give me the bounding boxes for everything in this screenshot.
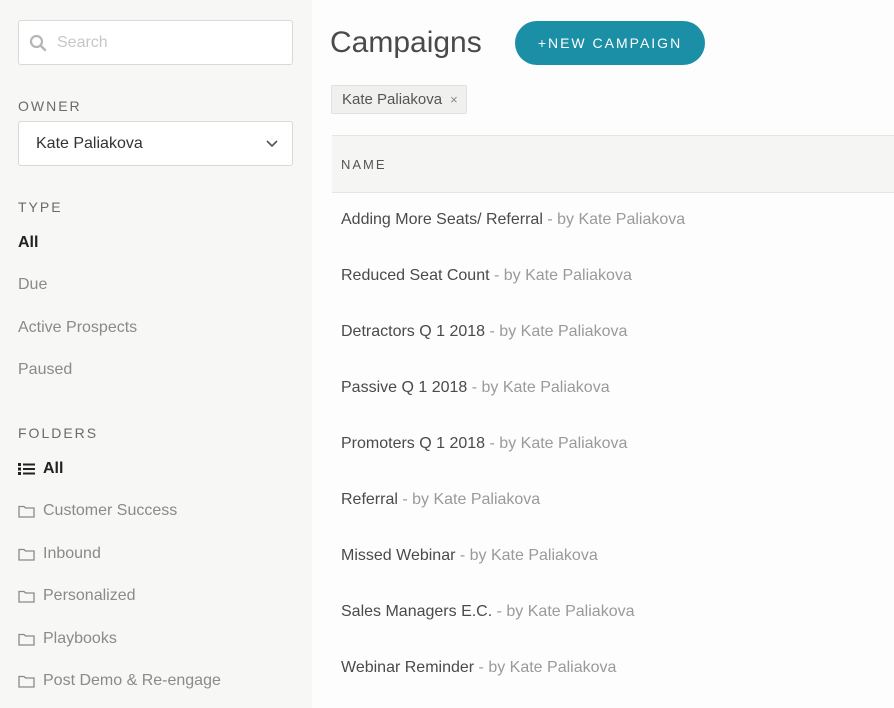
campaign-row[interactable]: Promoters Q 1 2018 - by Kate Paliakova — [341, 435, 627, 453]
type-label: TYPE — [18, 199, 63, 215]
campaign-owner: - by Kate Paliakova — [542, 211, 686, 228]
chevron-down-icon — [266, 139, 278, 147]
column-header-name[interactable]: NAME — [332, 135, 894, 193]
campaign-owner: - by Kate Paliakova — [485, 323, 628, 340]
campaign-row[interactable]: Reduced Seat Count - by Kate Paliakova — [341, 267, 632, 285]
search-input[interactable] — [57, 33, 277, 52]
campaign-owner: - by Kate Paliakova — [474, 659, 617, 676]
campaign-row[interactable]: Referral - by Kate Paliakova — [341, 491, 540, 509]
close-icon[interactable]: × — [450, 92, 458, 107]
campaign-name[interactable]: Passive Q 1 2018 — [341, 379, 467, 396]
campaign-row[interactable]: Sales Managers E.C. - by Kate Paliakova — [341, 603, 634, 621]
folder-item-all[interactable]: All — [18, 460, 63, 478]
campaign-owner: - by Kate Paliakova — [485, 435, 628, 452]
search-icon — [29, 34, 47, 51]
sidebar: OWNER Kate Paliakova TYPE All Due Active… — [0, 0, 312, 708]
folder-item-personalized[interactable]: Personalized — [18, 587, 136, 605]
campaign-owner: - by Kate Paliakova — [489, 267, 632, 284]
folder-icon — [18, 505, 35, 518]
type-filter-all[interactable]: All — [18, 234, 38, 252]
campaign-owner: - by Kate Paliakova — [455, 547, 598, 564]
folder-item-customer-success[interactable]: Customer Success — [18, 502, 177, 520]
campaign-name[interactable]: Referral — [341, 491, 398, 508]
list-icon — [18, 463, 35, 475]
owner-select[interactable]: Kate Paliakova — [18, 121, 293, 166]
folder-icon — [18, 633, 35, 646]
folder-icon — [18, 548, 35, 561]
folder-icon — [18, 675, 35, 688]
campaign-name[interactable]: Missed Webinar — [341, 547, 455, 564]
folder-label: Customer Success — [43, 502, 178, 519]
campaign-row[interactable]: Passive Q 1 2018 - by Kate Paliakova — [341, 379, 610, 397]
owner-label: OWNER — [18, 98, 82, 114]
folder-label: Post Demo & Re-engage — [43, 672, 221, 689]
folders-label: FOLDERS — [18, 425, 99, 441]
campaign-row[interactable]: Adding More Seats/ Referral - by Kate Pa… — [341, 211, 685, 229]
campaign-name[interactable]: Reduced Seat Count — [341, 267, 490, 284]
folder-label: Playbooks — [43, 630, 117, 647]
search-box[interactable] — [18, 20, 293, 65]
owner-selected-value: Kate Paliakova — [36, 134, 143, 152]
campaign-name[interactable]: Detractors Q 1 2018 — [341, 323, 485, 340]
folder-item-playbooks[interactable]: Playbooks — [18, 630, 117, 648]
new-campaign-button[interactable]: +NEW CAMPAIGN — [515, 21, 705, 65]
filter-chip-label: Kate Paliakova — [342, 91, 443, 108]
type-filter-paused[interactable]: Paused — [18, 361, 72, 379]
folder-label: All — [43, 460, 64, 477]
campaign-name[interactable]: Adding More Seats/ Referral — [341, 211, 543, 228]
campaign-row[interactable]: Missed Webinar - by Kate Paliakova — [341, 547, 598, 565]
campaign-row[interactable]: Webinar Reminder - by Kate Paliakova — [341, 659, 616, 677]
owner-filter-chip: Kate Paliakova × — [331, 85, 467, 114]
type-filter-active-prospects[interactable]: Active Prospects — [18, 319, 137, 337]
folder-label: Personalized — [43, 587, 136, 604]
app: OWNER Kate Paliakova TYPE All Due Active… — [0, 0, 894, 708]
campaign-owner: - by Kate Paliakova — [492, 603, 635, 620]
campaign-row[interactable]: Detractors Q 1 2018 - by Kate Paliakova — [341, 323, 627, 341]
type-filter-due[interactable]: Due — [18, 276, 47, 294]
page-title: Campaigns — [330, 26, 482, 59]
folder-label: Inbound — [43, 545, 101, 562]
folder-icon — [18, 590, 35, 603]
folder-item-inbound[interactable]: Inbound — [18, 545, 101, 563]
main-content: Campaigns +NEW CAMPAIGN Kate Paliakova ×… — [312, 0, 894, 708]
folder-item-post-demo[interactable]: Post Demo & Re-engage — [18, 672, 221, 690]
campaign-owner: - by Kate Paliakova — [467, 379, 610, 396]
campaign-owner: - by Kate Paliakova — [397, 491, 541, 508]
campaign-name[interactable]: Webinar Reminder — [341, 659, 474, 676]
campaign-name[interactable]: Sales Managers E.C. — [341, 603, 492, 620]
campaign-name[interactable]: Promoters Q 1 2018 — [341, 435, 485, 452]
